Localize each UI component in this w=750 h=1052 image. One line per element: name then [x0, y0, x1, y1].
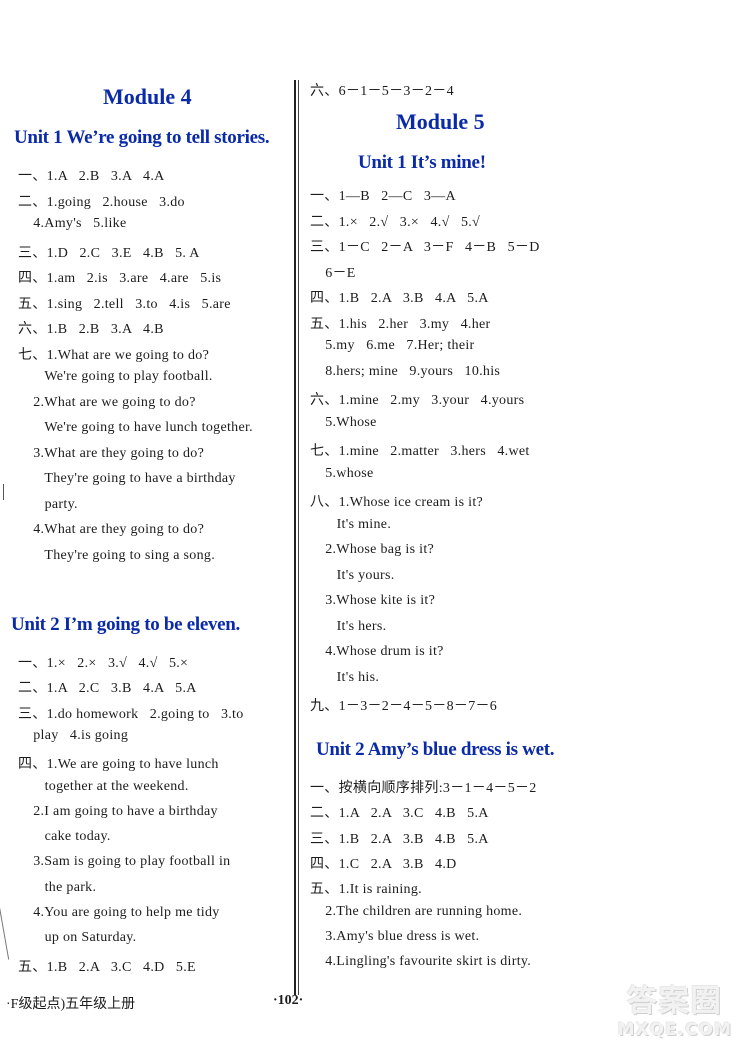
page-number: ·102· [273, 993, 304, 1008]
watermark-cn: 答案圈 [626, 984, 723, 1019]
answer-line: 二、1.A 2.A 3.C 4.B 5.A [310, 806, 489, 822]
answer-line: We're going to play football. [18, 369, 213, 384]
answer-line: 八、1.Whose ice cream is it? [310, 495, 484, 510]
book-label: ·F级起点)五年级上册 [6, 997, 136, 1012]
answer-line: 2.I am going to have a birthday [18, 803, 218, 819]
answer-line: 2.Whose bag is it? [310, 542, 435, 557]
answer-line: 六、1.mine 2.my 3.your 4.yours [310, 393, 525, 408]
answer-line: play 4.is going [18, 727, 129, 743]
answer-line: 三、1.B 2.A 3.B 4.B 5.A [310, 831, 489, 847]
watermark-en: MXQE.COM [617, 1020, 732, 1040]
answer-line: It's mine. [310, 516, 392, 532]
answer-line: party. [18, 496, 78, 512]
column-divider-inner [298, 80, 299, 995]
answer-line: up on Saturday. [18, 930, 137, 946]
answer-line: It's hers. [310, 618, 387, 634]
answer-line: 4.What are they going to do? [18, 522, 205, 537]
answer-line: 四、1.am 2.is 3.are 4.are 5.is [18, 271, 222, 286]
answer-line: 三、1.do homework 2.going to 3.to [18, 706, 244, 722]
answer-line: 二、1.A 2.C 3.B 4.A 5.A [18, 681, 197, 697]
module-5-title: Module 5 [396, 109, 485, 134]
answer-line: 4.Amy's 5.like [18, 216, 127, 231]
answer-line: It's yours. [310, 567, 395, 583]
answer-line: 5.my 6.me 7.Her; their [310, 338, 475, 353]
answer-line: 七、1.What are we going to do? [18, 347, 210, 363]
answer-line: We're going to have lunch together. [18, 420, 253, 435]
answer-line: 七、1.mine 2.matter 3.hers 4.wet [310, 444, 530, 459]
column-divider [294, 80, 296, 995]
answer-line: 五、1.his 2.her 3.my 4.her [310, 316, 491, 332]
unit-1-title: Unit 1 It’s mine! [358, 152, 486, 173]
answer-line: 3.Sam is going to play football in [18, 854, 231, 870]
unit-1-title: Unit 1 We’re going to tell stories. [14, 127, 270, 148]
answer-line: 三、1－C 2－A 3－F 4－B 5－D [310, 240, 540, 255]
answer-line: 5.whose [310, 465, 374, 481]
answer-line: 六、1.B 2.B 3.A 4.B [18, 322, 164, 337]
answer-line: 四、1.We are going to have lunch [18, 757, 219, 773]
answer-line: 三、1.D 2.C 3.E 4.B 5. A [18, 245, 200, 261]
answer-line: 6－E [310, 265, 356, 281]
answer-line: 一、1.A 2.B 3.A 4.A [18, 169, 165, 184]
answer-line: 一、1.× 2.× 3.√ 4.√ 5.× [18, 656, 189, 671]
scan-mark [3, 484, 4, 500]
answer-line: 一、1—B 2—C 3—A [310, 189, 456, 204]
answer-line: They're going to have a birthday [18, 471, 236, 486]
answer-line: 五、1.sing 2.tell 3.to 4.is 5.are [18, 296, 231, 312]
scan-mark [0, 900, 10, 960]
answer-line: together at the weekend. [18, 778, 189, 794]
module-4-title: Module 4 [103, 84, 192, 109]
answer-line: 四、1.B 2.A 3.B 4.A 5.A [310, 291, 489, 306]
answer-line: 3.What are they going to do? [18, 445, 205, 461]
answer-line: 九、1－3－2－4－5－8－7－6 [310, 699, 498, 714]
answer-line: 2.What are we going to do? [18, 394, 196, 410]
answer-line: 3.Amy's blue dress is wet. [310, 928, 480, 944]
answer-line: 8.hers; mine 9.yours 10.his [310, 363, 501, 379]
answer-line: 五、1.B 2.A 3.C 4.D 5.E [18, 959, 196, 975]
answer-line: 4.You are going to help me tidy [18, 905, 220, 920]
watermark: 答案圈 MXQE.COM [618, 976, 732, 1040]
answer-line: cake today. [18, 829, 111, 845]
answer-line: They're going to sing a song. [18, 547, 215, 563]
unit-2-title: Unit 2 Amy’s blue dress is wet. [316, 739, 555, 760]
answer-line: 一、按横向顺序排列:3－1－4－5－2 [310, 781, 537, 796]
answer-line: the park. [18, 879, 97, 895]
answer-line: 二、1.× 2.√ 3.× 4.√ 5.√ [310, 214, 481, 230]
answer-line: 5.Whose [310, 414, 377, 430]
answer-line: 4.Lingling's favourite skirt is dirty. [310, 954, 532, 970]
unit-2-title: Unit 2 I’m going to be eleven. [11, 614, 241, 635]
answer-line: 五、1.It is raining. [310, 882, 422, 898]
answer-line: 2.The children are running home. [310, 903, 523, 919]
answer-line: 四、1.C 2.A 3.B 4.D [310, 856, 457, 872]
answer-line: It's his. [310, 669, 380, 685]
carry-over-line: 六、6－1－5－3－2－4 [310, 84, 454, 99]
answer-line: 3.Whose kite is it? [310, 593, 436, 608]
answer-line: 二、1.going 2.house 3.do [18, 194, 185, 210]
answer-line: 4.Whose drum is it? [310, 644, 444, 659]
